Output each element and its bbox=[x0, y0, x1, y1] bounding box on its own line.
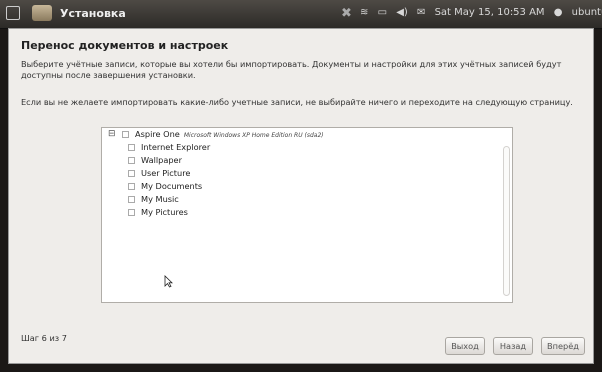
item-label: My Documents bbox=[141, 181, 203, 191]
page-hint: Если вы не желаете импортировать какие-л… bbox=[21, 97, 573, 107]
parent-label: Aspire One bbox=[135, 129, 180, 139]
user-name[interactable]: ubuntu bbox=[572, 7, 602, 18]
tree-item[interactable]: My Documents bbox=[128, 181, 202, 191]
wifi-icon[interactable]: ≋ bbox=[360, 7, 368, 18]
battery-icon[interactable]: ▭ bbox=[378, 7, 387, 18]
checkbox[interactable] bbox=[122, 131, 129, 138]
close-icon[interactable]: ✖ bbox=[341, 6, 352, 21]
tree-item-parent[interactable]: Aspire One Microsoft Windows XP Home Edit… bbox=[122, 129, 324, 139]
scrollbar[interactable] bbox=[503, 146, 510, 296]
checkbox[interactable] bbox=[128, 170, 135, 177]
window-title: Установка bbox=[60, 7, 126, 20]
collapse-icon[interactable]: ⊟ bbox=[108, 129, 116, 139]
parent-subtitle: Microsoft Windows XP Home Edition RU (sd… bbox=[183, 132, 324, 139]
quit-button[interactable]: Выход bbox=[445, 337, 485, 355]
page-title: Перенос документов и настроек bbox=[21, 39, 229, 52]
item-label: Wallpaper bbox=[141, 155, 182, 165]
back-button[interactable]: Назад bbox=[493, 337, 533, 355]
checkbox[interactable] bbox=[128, 209, 135, 216]
user-icon: ● bbox=[553, 7, 563, 18]
page-description: Выберите учётные записи, которые вы хоте… bbox=[21, 59, 562, 80]
applications-icon[interactable] bbox=[6, 6, 20, 20]
checkbox[interactable] bbox=[128, 157, 135, 164]
forward-button[interactable]: Вперёд bbox=[541, 337, 585, 355]
tree-item[interactable]: My Pictures bbox=[128, 207, 188, 217]
tree-item[interactable]: Wallpaper bbox=[128, 155, 182, 165]
mail-icon[interactable]: ✉ bbox=[417, 7, 425, 18]
item-label: Internet Explorer bbox=[141, 142, 211, 152]
checkbox[interactable] bbox=[128, 196, 135, 203]
clock[interactable]: Sat May 15, 10:53 AM bbox=[435, 7, 545, 18]
installer-logo-icon bbox=[32, 5, 52, 21]
item-label: User Picture bbox=[141, 168, 191, 178]
system-tray: ≋ ▭ ◀) ✉ Sat May 15, 10:53 AM ● ubuntu bbox=[360, 7, 602, 18]
item-label: My Pictures bbox=[141, 207, 188, 217]
item-label: My Music bbox=[141, 194, 179, 204]
tree-item[interactable]: Internet Explorer bbox=[128, 142, 210, 152]
accounts-tree[interactable]: ⊟ Aspire One Microsoft Windows XP Home Ed… bbox=[101, 127, 513, 303]
tree-item[interactable]: My Music bbox=[128, 194, 179, 204]
mouse-cursor-icon bbox=[164, 275, 173, 288]
step-indicator: Шаг 6 из 7 bbox=[21, 333, 67, 343]
volume-icon[interactable]: ◀) bbox=[396, 7, 408, 18]
tree-item[interactable]: User Picture bbox=[128, 168, 190, 178]
installer-window: Перенос документов и настроек Выберите у… bbox=[8, 28, 594, 364]
checkbox[interactable] bbox=[128, 183, 135, 190]
top-panel: Установка ✖ ≋ ▭ ◀) ✉ Sat May 15, 10:53 A… bbox=[0, 0, 602, 29]
checkbox[interactable] bbox=[128, 144, 135, 151]
